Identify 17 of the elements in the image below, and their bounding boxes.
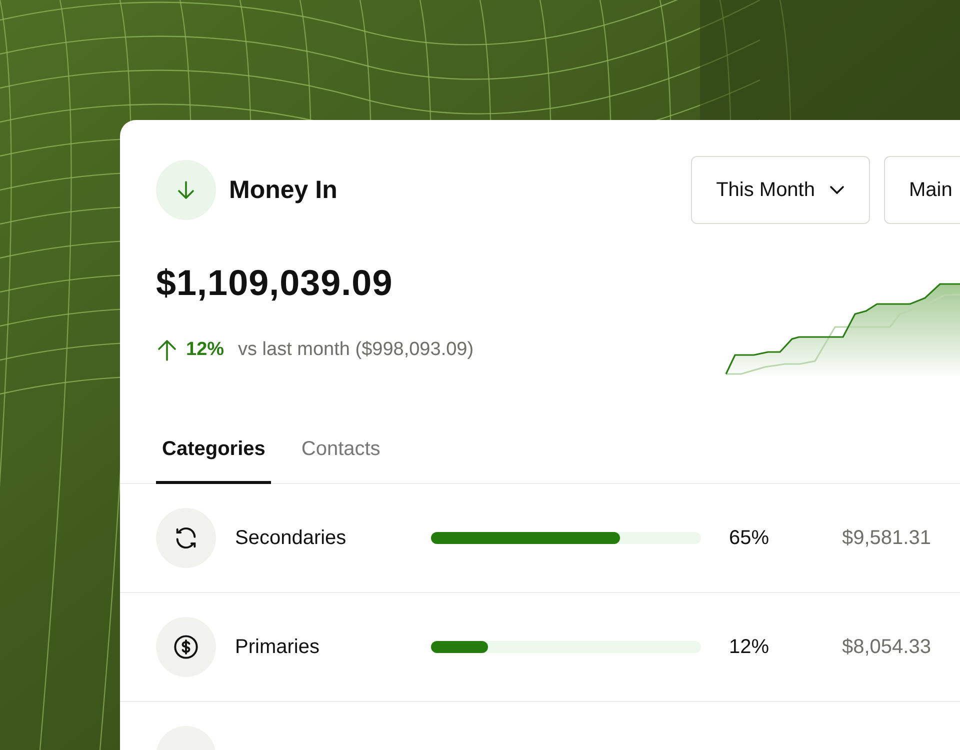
comparison-text: vs last month ($998,093.09)	[238, 339, 474, 361]
category-amount: $8,054.33	[842, 636, 931, 658]
tab[interactable]: Categories	[156, 438, 272, 484]
total-amount: $1,109,039.09	[156, 262, 394, 304]
chevron-down-icon	[829, 185, 845, 195]
category-percent: 12%	[728, 636, 769, 658]
category-name: Secondaries	[235, 526, 348, 550]
card-title: Money In	[229, 176, 338, 204]
change-percent: 12%	[186, 339, 224, 361]
tab[interactable]: Contacts	[295, 438, 386, 484]
category-percent: 65%	[728, 526, 769, 550]
category-amount: $9,581.31	[842, 526, 931, 550]
dollar-icon	[173, 634, 199, 660]
category-name: Primaries	[235, 636, 320, 658]
filter-dropdown[interactable]: Main	[884, 156, 960, 224]
arrow-up-icon	[156, 338, 178, 362]
filter-dropdown[interactable]: This Month	[691, 156, 870, 224]
